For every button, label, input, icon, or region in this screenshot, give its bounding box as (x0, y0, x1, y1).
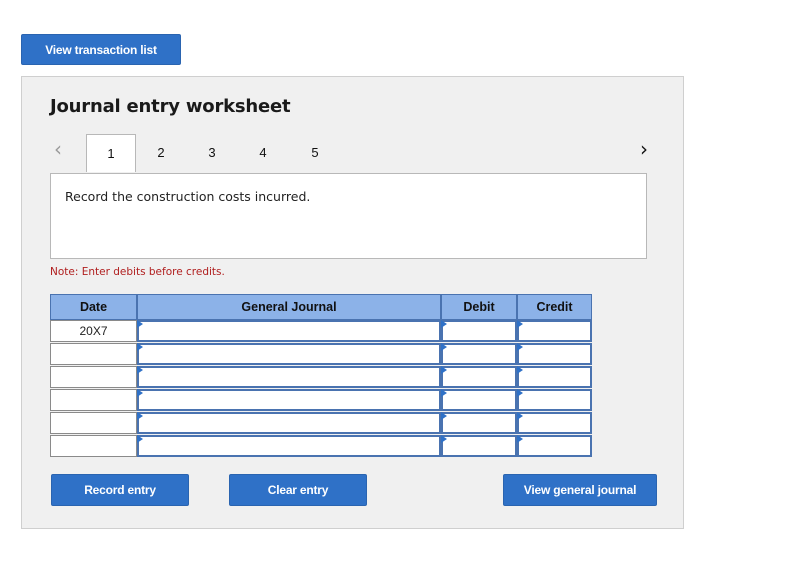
date-cell (50, 412, 137, 434)
date-cell (50, 366, 137, 388)
clear-entry-button[interactable]: Clear entry (229, 474, 367, 506)
credit-input[interactable] (517, 366, 592, 388)
entry-note: Note: Enter debits before credits. (50, 266, 225, 278)
credit-input[interactable] (517, 320, 592, 342)
header-debit: Debit (441, 294, 517, 320)
credit-input[interactable] (517, 343, 592, 365)
header-date: Date (50, 294, 137, 320)
header-general-journal: General Journal (137, 294, 441, 320)
debit-input[interactable] (441, 320, 517, 342)
tab-1[interactable]: 1 (86, 134, 136, 172)
debit-input[interactable] (441, 435, 517, 457)
view-transaction-list-button[interactable]: View transaction list (21, 34, 181, 65)
debit-input[interactable] (441, 412, 517, 434)
debit-input[interactable] (441, 389, 517, 411)
credit-input[interactable] (517, 389, 592, 411)
date-cell (50, 343, 137, 365)
tab-5[interactable]: 5 (290, 134, 340, 170)
worksheet-title: Journal entry worksheet (50, 96, 291, 117)
view-general-journal-button[interactable]: View general journal (503, 474, 657, 506)
instruction-box: Record the construction costs incurred. (50, 173, 647, 259)
credit-input[interactable] (517, 412, 592, 434)
date-cell (50, 389, 137, 411)
date-cell (50, 435, 137, 457)
header-credit: Credit (517, 294, 592, 320)
general-journal-input[interactable] (137, 366, 441, 388)
chevron-left-icon[interactable]: ‹ (54, 139, 62, 159)
debit-input[interactable] (441, 366, 517, 388)
general-journal-input[interactable] (137, 343, 441, 365)
general-journal-input[interactable] (137, 412, 441, 434)
date-cell: 20X7 (50, 320, 137, 342)
chevron-right-icon[interactable]: › (640, 139, 648, 159)
general-journal-input[interactable] (137, 320, 441, 342)
tab-2[interactable]: 2 (136, 134, 186, 170)
tab-4[interactable]: 4 (238, 134, 288, 170)
instruction-text: Record the construction costs incurred. (65, 189, 311, 204)
journal-entry-worksheet-panel: Journal entry worksheet ‹ › 1 2 3 4 5 Re… (21, 76, 684, 529)
debit-input[interactable] (441, 343, 517, 365)
general-journal-input[interactable] (137, 389, 441, 411)
credit-input[interactable] (517, 435, 592, 457)
record-entry-button[interactable]: Record entry (51, 474, 189, 506)
tab-3[interactable]: 3 (187, 134, 237, 170)
general-journal-input[interactable] (137, 435, 441, 457)
